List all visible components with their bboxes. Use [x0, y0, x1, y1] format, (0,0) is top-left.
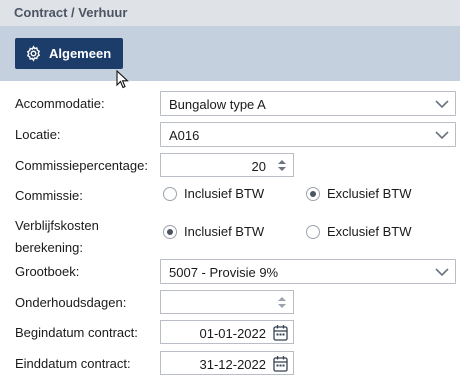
radio-label: Inclusief BTW — [184, 186, 265, 201]
mouse-cursor-icon — [116, 70, 129, 89]
verblijfskosten-label-2: berekening: — [15, 240, 83, 255]
verblijfskosten-label-1: Verblijfskosten — [15, 218, 99, 233]
chevron-down-icon — [435, 131, 449, 140]
radio-label: Inclusief BTW — [184, 224, 265, 239]
commissie-radio-exclusief[interactable]: Exclusief BTW — [306, 186, 412, 201]
accommodatie-value: Bungalow type A — [169, 97, 266, 112]
grootboek-value: 5007 - Provisie 9% — [169, 265, 279, 280]
verblijfskosten-radio-inclusief[interactable]: Inclusief BTW — [163, 224, 264, 239]
locatie-label: Locatie: — [15, 127, 61, 142]
radio-label: Exclusief BTW — [327, 186, 412, 201]
page-title: Contract / Verhuur — [14, 5, 128, 20]
tab-algemeen[interactable]: Algemeen — [15, 38, 123, 69]
einddatum-date-input[interactable]: 31-12-2022 — [160, 351, 294, 375]
radio-circle — [163, 186, 177, 201]
einddatum-label: Einddatum contract: — [15, 356, 131, 371]
commissiepercentage-label: Commissiepercentage: — [15, 158, 148, 173]
onderhoudsdagen-label: Onderhoudsdagen: — [15, 295, 127, 310]
onderhoudsdagen-stepper[interactable] — [160, 290, 294, 314]
locatie-select[interactable]: A016 — [160, 122, 456, 147]
tab-bar: Algemeen — [0, 26, 460, 81]
grootboek-select[interactable]: 5007 - Provisie 9% — [160, 259, 456, 284]
radio-circle — [306, 224, 320, 239]
einddatum-value: 31-12-2022 — [199, 357, 267, 372]
commissiepercentage-stepper[interactable]: 20 — [160, 153, 294, 177]
radio-label: Exclusief BTW — [327, 224, 412, 239]
calendar-icon[interactable] — [273, 324, 288, 341]
verblijfskosten-radio-exclusief[interactable]: Exclusief BTW — [306, 224, 412, 239]
accommodatie-select[interactable]: Bungalow type A — [160, 91, 456, 116]
spinner-arrows-icon[interactable] — [277, 295, 287, 310]
begindatum-value: 01-01-2022 — [199, 326, 267, 341]
spinner-arrows-icon[interactable] — [277, 158, 287, 173]
radio-circle-selected — [163, 224, 177, 239]
commissie-label: Commissie: — [15, 188, 83, 203]
title-bar: Contract / Verhuur — [0, 0, 460, 26]
commissie-radio-inclusief[interactable]: Inclusief BTW — [163, 186, 264, 201]
grootboek-label: Grootboek: — [15, 264, 80, 279]
locatie-value: A016 — [169, 128, 200, 143]
begindatum-date-input[interactable]: 01-01-2022 — [160, 320, 294, 344]
radio-circle-selected — [306, 186, 320, 201]
chevron-down-icon — [435, 100, 449, 109]
gear-icon — [26, 45, 41, 62]
accommodatie-label: Accommodatie: — [15, 96, 105, 111]
commissiepercentage-value: 20 — [251, 159, 266, 174]
begindatum-label: Begindatum contract: — [15, 325, 138, 340]
tab-algemeen-label: Algemeen — [49, 46, 112, 61]
chevron-down-icon — [435, 268, 449, 277]
calendar-icon[interactable] — [273, 355, 288, 372]
